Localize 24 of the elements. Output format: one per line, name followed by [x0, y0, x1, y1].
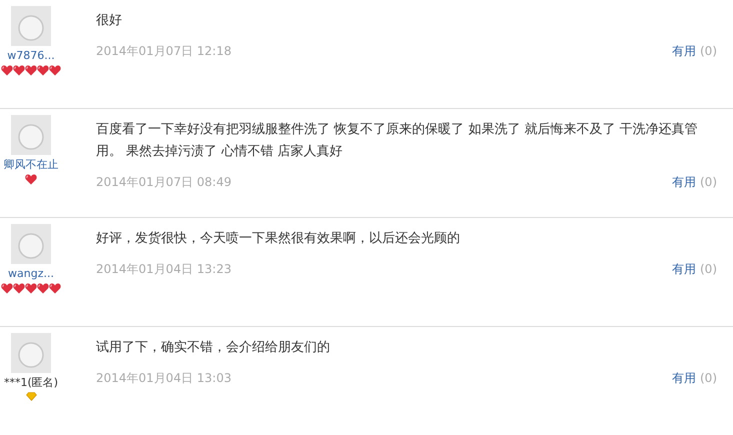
user-name[interactable]: 卿风不在止	[4, 157, 58, 174]
review-date: 2014年01月07日 12:18	[96, 43, 232, 60]
avatar-icon	[11, 115, 51, 155]
useful-link[interactable]: 有用	[672, 260, 696, 278]
review-date: 2014年01月04日 13:23	[96, 261, 232, 278]
review-text: 很好	[96, 12, 123, 30]
avatar-icon	[11, 6, 51, 46]
useful-count: (0)	[700, 43, 717, 60]
review-text: 百度看了一下幸好没有把羽绒服整件洗了 恢复不了原来的保暖了 如果洗了 就后悔来不及了 干洗净还真管用。 果然去掉污渍了 心情不错 店家人真好	[96, 121, 699, 161]
avatar-icon	[11, 333, 51, 373]
user-name[interactable]: wangz...	[8, 266, 54, 282]
useful-count: (0)	[700, 370, 717, 387]
avatar-icon	[11, 224, 51, 264]
user-name[interactable]: w7876...	[7, 48, 55, 64]
user-name: ***1(匿名)	[4, 375, 58, 391]
review-date: 2014年01月07日 08:49	[96, 174, 232, 191]
useful-link[interactable]: 有用	[672, 42, 696, 60]
review-text: 试用了下，确实不错，会介绍给朋友们的	[96, 339, 331, 357]
review-date: 2014年01月04日 13:03	[96, 370, 232, 387]
useful-link[interactable]: 有用	[672, 173, 696, 191]
useful-link[interactable]: 有用	[672, 369, 696, 387]
review-text: 好评，发货很快，今天喷一下果然很有效果啊，以后还会光顾的	[96, 230, 461, 248]
useful-count: (0)	[700, 261, 717, 278]
useful-count: (0)	[700, 174, 717, 191]
